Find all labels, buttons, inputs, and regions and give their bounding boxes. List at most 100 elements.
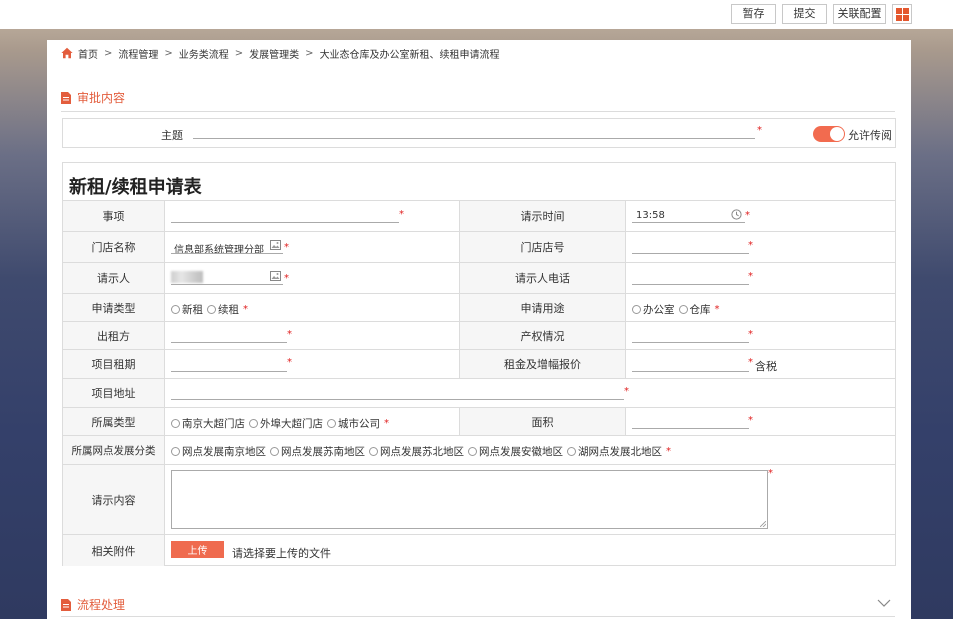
requester-phone-input[interactable] [632,284,749,285]
chevron-down-icon[interactable] [877,598,891,608]
subject-row: 主题 * 允许传阅 [62,118,896,148]
address-label: 项目地址 [63,379,165,407]
resize-grip-icon[interactable] [760,521,766,527]
form-row-item: 事项 * 请示时间 13:58 * [63,200,895,231]
breadcrumb-separator: > [234,47,244,59]
form-row-network: 所属网点发展分类 网点发展南京地区 网点发展苏南地区 网点发展苏北地区 网点发展… [63,435,895,464]
belong-type-required-mark: * [384,418,389,429]
submit-button[interactable]: 提交 [782,4,827,24]
form-row-belong: 所属类型 南京大超门店 外埠大超门店 城市公司 * 面积 * [63,407,895,435]
link-config-button[interactable]: 关联配置 [833,4,886,24]
term-label: 项目租期 [63,350,165,378]
upload-hint: 请选择要上传的文件 [232,547,331,560]
subject-input[interactable] [193,138,755,139]
apply-use-label: 申请用途 [459,294,626,321]
apply-type-renew[interactable]: 续租 [207,302,239,317]
breadcrumb-process-management[interactable]: 流程管理 [118,46,158,61]
rent-required-mark: * [748,357,753,368]
network-subei[interactable]: 网点发展苏北地区 [369,444,464,459]
apply-use-warehouse[interactable]: 仓库 [678,302,711,317]
breadcrumb-home[interactable]: 首页 [78,46,98,61]
request-time-underline [632,222,745,223]
apply-use-required-mark: * [714,304,720,315]
content-textarea[interactable] [171,470,768,529]
home-icon[interactable] [61,47,73,59]
request-time-required-mark: * [745,210,750,221]
form-row-content: 请示内容 * [63,464,895,534]
breadcrumb-separator: > [305,47,314,59]
item-label: 事项 [63,201,165,231]
clock-icon[interactable] [731,209,742,220]
network-nanjing[interactable]: 网点发展南京地区 [171,444,266,459]
lessor-required-mark: * [287,329,292,340]
approval-section-header: 审批内容 [61,88,895,112]
requester-phone-required-mark: * [748,271,753,282]
subject-label: 主题 [161,129,183,142]
image-picker-icon[interactable] [270,271,281,281]
breadcrumb: 首页 > 流程管理 > 业务类流程 > 发展管理类 > 大业态仓库及办公室新租、… [61,46,500,61]
request-time-label: 请示时间 [459,201,626,231]
apply-type-label: 申请类型 [63,294,165,321]
request-time-input[interactable]: 13:58 [636,210,665,221]
breadcrumb-business-process[interactable]: 业务类流程 [179,46,229,61]
content-label: 请示内容 [63,465,165,534]
store-no-required-mark: * [748,240,753,251]
belong-type-external[interactable]: 外埠大超门店 [249,416,323,431]
area-input[interactable] [632,428,749,429]
item-input[interactable] [171,222,399,223]
grid-icon[interactable] [892,4,912,24]
rent-input[interactable] [632,371,749,372]
network-radio-group: 网点发展南京地区 网点发展苏南地区 网点发展苏北地区 网点发展安徽地区 湖网点发… [171,444,671,459]
breadcrumb-development[interactable]: 发展管理类 [249,46,299,61]
address-input[interactable] [171,399,624,400]
apply-type-new[interactable]: 新租 [171,302,203,317]
apply-type-radio-group: 新租 续租 * [171,302,248,317]
content-required-mark: * [768,468,773,479]
store-name-required-mark: * [284,242,289,253]
breadcrumb-current: 大业态仓库及办公室新租、续租申请流程 [319,49,500,61]
property-input[interactable] [632,342,749,343]
document-icon [61,91,71,104]
store-no-input[interactable] [632,253,749,254]
store-no-label: 门店店号 [459,232,626,262]
form-row-apply: 申请类型 新租 续租 * 申请用途 办公室 仓库 * [63,293,895,321]
allow-forward-toggle[interactable] [813,126,845,142]
requester-value-blurred [171,271,203,283]
lessor-input[interactable] [171,342,287,343]
upload-button[interactable]: 上传 [171,541,224,558]
form-row-attachment: 相关附件 上传 请选择要上传的文件 [63,534,895,566]
image-picker-icon[interactable] [270,240,281,250]
form-row-lessor: 出租方 * 产权情况 * [63,321,895,349]
address-required-mark: * [624,386,629,397]
belong-type-nanjing[interactable]: 南京大超门店 [171,416,245,431]
term-input[interactable] [171,371,287,372]
requester-phone-label: 请示人电话 [459,263,626,293]
requester-input[interactable] [171,284,283,285]
form-row-address: 项目地址 * [63,378,895,407]
network-sunan[interactable]: 网点发展苏南地区 [270,444,365,459]
network-anhui[interactable]: 网点发展安徽地区 [468,444,563,459]
document-icon [61,598,71,611]
item-required-mark: * [399,209,404,220]
top-toolbar: 暂存 提交 关联配置 [731,4,912,24]
apply-use-office[interactable]: 办公室 [632,302,675,317]
store-name-underline [171,253,283,254]
allow-forward-label: 允许传阅 [848,129,892,142]
tax-included-note: 含税 [755,360,777,373]
approval-section-title: 审批内容 [77,91,126,105]
save-draft-button[interactable]: 暂存 [731,4,776,24]
apply-type-required-mark: * [243,304,248,315]
form-row-requester: 请示人 * 请示人电话 * [63,262,895,293]
lessor-label: 出租方 [63,322,165,349]
belong-type-city[interactable]: 城市公司 [327,416,380,431]
process-section-header[interactable]: 流程处理 [61,593,895,617]
attachment-label: 相关附件 [63,535,165,566]
apply-use-radio-group: 办公室 仓库 * [632,302,720,317]
area-label: 面积 [459,408,626,435]
form-title: 新租/续租申请表 [69,177,202,198]
store-name-label: 门店名称 [63,232,165,262]
network-hubei[interactable]: 湖网点发展北地区 [567,444,662,459]
requester-label: 请示人 [63,263,165,293]
subject-required-mark: * [757,125,762,136]
requester-required-mark: * [284,273,289,284]
